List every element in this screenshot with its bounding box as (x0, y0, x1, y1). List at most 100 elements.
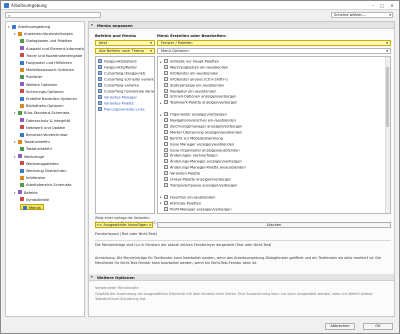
tree-item-label: Anwender-Voreinstellungen (24, 32, 74, 37)
tree-item[interactable]: Infofenster (20, 175, 46, 181)
menu-item[interactable]: Änderungs-Manager anzeigen/verbergen (160, 159, 242, 164)
tree-item[interactable]: Fangraster und Hilfslinien (20, 60, 72, 66)
menu-item[interactable]: Bericht zur Modellentwicklung (160, 135, 223, 141)
cancel-button[interactable]: Abbrechen (325, 323, 355, 330)
tree-item[interactable]: ▾ Büro-Standard-Schemata (14, 110, 69, 116)
menu-item[interactable]: Schnell-Optionen anzeigen/verbergen (160, 94, 236, 99)
command-list-item[interactable]: Variantes-Manager (98, 95, 137, 100)
tree-item[interactable]: ▾ Befehle (14, 190, 38, 196)
tree-item[interactable]: Tracer und Koordinateneingabe (20, 53, 82, 59)
tree-item[interactable]: Arbeitsbereich-Schemata (20, 182, 71, 188)
section-title: Menüs anpassen (97, 23, 133, 28)
menu-item[interactable]: ▸ Organisator anzeigen/verbergen (160, 112, 227, 117)
close-button[interactable]: ✕ (388, 2, 396, 9)
workspace-dialog: Arbeitsumgebung – □ ✕ ⌕ Schema wählen...… (0, 0, 400, 334)
menu-item[interactable]: Statusanzeige ein-/ausblenden (160, 82, 224, 88)
command-list-item[interactable]: Cursorfang variante (98, 83, 139, 88)
command-list-item[interactable]: Fangpunktabstand (98, 59, 136, 64)
menu-item[interactable]: ▸ Favoriten ein-/ausblenden (160, 194, 215, 200)
menu-item[interactable]: ▸ Teamwork-Palette anzeigen/verbergen (160, 100, 237, 105)
command-group-select[interactable]: Alle Befehle nach Thema ▾ (95, 48, 155, 54)
command-filter-value: Jetzt (99, 41, 107, 45)
menu-item[interactable]: Änderungen nachverfolgen (160, 153, 218, 158)
command-label: Variantes-Manager (104, 95, 137, 100)
tree-item[interactable]: ▾ Tastaturbefehl (14, 139, 50, 145)
tree-item[interactable]: ▾ Werkzeuge (14, 154, 44, 160)
toolbar: ⌕ Schema wählen... ▾ (1, 10, 399, 20)
search-input[interactable]: ⌕ (5, 12, 101, 18)
menu-item[interactable]: ▸ Attribute-Paletten (160, 200, 202, 206)
menu-select[interactable]: Fenster / Paletten ▾ (157, 40, 391, 46)
menu-note-text: Anmerkung: Die Menüeinträge für Textfens… (95, 256, 382, 265)
menu-item[interactable]: Issue-Organisator anzeigen/ausblenden (160, 147, 240, 153)
tree-item[interactable]: Benutzer-Verzeichnisse (20, 132, 68, 138)
tree-item[interactable]: Sicherungs-Optionen (20, 89, 64, 95)
command-list-item[interactable]: Fangpunkte/Raster (98, 65, 137, 70)
scrollbar-thumb[interactable] (386, 67, 389, 127)
command-filter-select[interactable]: Jetzt ▾ (95, 40, 155, 46)
footnote-text: Gewählt die Anwendung der ausgewählten E… (95, 292, 373, 301)
menu-options-select[interactable]: Menü-Optionen ▾ (157, 48, 391, 54)
menu-item[interactable]: Marker-Übersprung anzeigen/ausblenden (160, 129, 242, 135)
tree-item-icon (20, 175, 24, 180)
tree-item[interactable]: Datenschutz & Integrität (20, 118, 70, 124)
tree-item[interactable]: ▾ Anwender-Voreinstellungen (14, 31, 73, 37)
menu-item[interactable]: Issue Manager anzeigen/ausblenden (160, 141, 234, 147)
tree-item[interactable]: Weitere Optionen (20, 82, 57, 88)
menu-item[interactable]: Änderungs-Manager-Palette an/ausblenden (160, 165, 246, 170)
menu-tree-scrollbar[interactable] (385, 57, 390, 213)
tree-item-icon (20, 132, 24, 137)
tree-item-label: Tracer und Koordinateneingabe (26, 53, 83, 58)
tree-item[interactable]: Bibliotheks-Optionen (20, 103, 64, 109)
menu-item[interactable]: Infofenster ein-/ausblenden (160, 70, 219, 76)
tree-item[interactable]: Erstellte Bauteilen-Optionen (20, 96, 77, 102)
tree-item-label: Tastaturbefehl (26, 147, 52, 152)
menu-item-label: Schnell-Optionen anzeigen/verbergen (170, 94, 237, 99)
add-selected-button[interactable]: << Ausgewählte hinzufügen > (95, 222, 153, 228)
tree-item[interactable]: Netzwerk und Update (20, 125, 65, 131)
tree-item[interactable]: ▾ Arbeitsumgebung (8, 24, 50, 30)
command-list-item[interactable]: Cursorfang horizontale Variante (98, 89, 154, 94)
menu-item[interactable] (160, 189, 164, 194)
menu-tree[interactable]: ▸ Schließe nur Haupt-Paletten Werkzeugkast… (157, 56, 391, 214)
menu-item[interactable]: Navigator ein-/ausblenden (160, 88, 216, 94)
section-header-menus[interactable]: ▾ Menüs anpassen (89, 22, 394, 29)
command-list[interactable]: Fangpunktabstand Fangpunkte/Raster Cursorf… (95, 56, 155, 214)
menu-item[interactable]: Werkzeugkasten ein-/ausblenden (160, 64, 228, 70)
menu-item[interactable]: Profil-Manager anzeigen/verbergen (160, 206, 232, 212)
tree-item[interactable]: Dialogboxen und Paletten (20, 38, 72, 44)
maximize-button[interactable]: □ (378, 2, 386, 9)
command-list-item[interactable]: Variantes-Palette (98, 101, 134, 106)
settings-tree[interactable]: ▾ Arbeitsumgebung ▾ Anwender-Voreinstellung… (5, 21, 85, 317)
tree-item[interactable]: Symbolleiste (20, 197, 49, 203)
tree-item-label: Tastaturbefehl (24, 140, 50, 145)
menu-item[interactable]: Transparentpause anzeigen/verbergen (160, 182, 238, 188)
menu-item[interactable]: Navigationsvorschau ein-/ausblenden (160, 118, 236, 123)
menu-item-label: Attribute-Paletten (170, 201, 202, 206)
ok-button[interactable]: OK (363, 323, 393, 330)
menu-item[interactable]: Infofenster ein/aus (Ctrl+Shift+I) (160, 76, 228, 82)
command-list-item[interactable]: Planungsvariante Links (98, 107, 145, 112)
menu-item[interactable]: Unisex-Palette anzeigen/verbergen (160, 177, 231, 182)
command-list-item[interactable]: Cursorfang schneller variante (98, 77, 154, 82)
minimize-button[interactable]: – (369, 2, 377, 9)
scheme-select[interactable]: Schema wählen... ▾ (331, 12, 393, 18)
search-icon: ⌕ (8, 13, 11, 18)
tree-item[interactable]: Werkzeugpaletten (20, 161, 59, 167)
menu-item[interactable]: ▸ Schließe nur Haupt-Paletten (160, 59, 219, 64)
menu-item-label: Infofenster ein-/ausblenden (170, 71, 219, 76)
tree-item[interactable]: Menüs (20, 204, 44, 210)
delete-button[interactable]: Löschen (157, 222, 391, 228)
tree-item[interactable]: Modellaustausch-Optionen (20, 67, 74, 73)
menu-item[interactable] (160, 106, 164, 111)
command-list-item[interactable]: Cursorfang (Fangpunkt) (98, 71, 146, 76)
menu-item-icon (164, 64, 168, 69)
section-header-more-options[interactable]: ▾ Weitere Optionen (89, 274, 394, 281)
tree-item[interactable]: Werkzeug Übersichten (20, 168, 67, 174)
tree-item[interactable]: Auswahl und Element-Informationen (20, 46, 84, 52)
tree-item[interactable]: Tastaturbefehl (20, 146, 52, 152)
menu-item[interactable]: Zeichnungsmanager anzeigen/verbergen (160, 123, 242, 129)
tree-item[interactable]: Publisher (20, 74, 43, 80)
menu-item[interactable]: Varianten-Palette (160, 171, 200, 176)
menu-description-text: Die Menüeinträge sind nur in Fenstern de… (95, 243, 272, 247)
